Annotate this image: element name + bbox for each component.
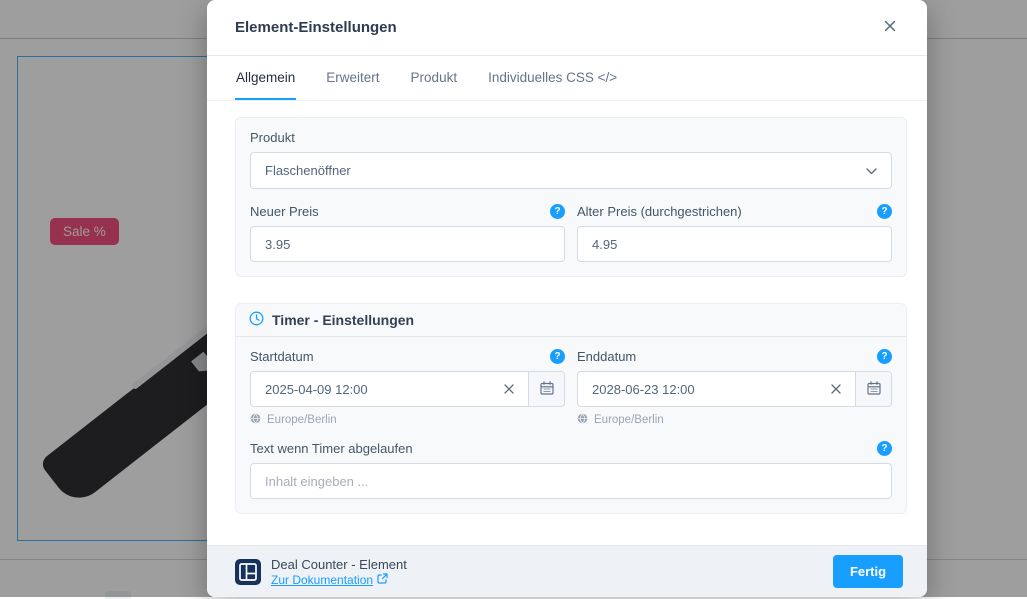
timezone-label: Europe/Berlin	[267, 414, 337, 426]
help-icon[interactable]: ?	[877, 204, 892, 219]
close-icon	[884, 20, 896, 35]
tab-allgemein[interactable]: Allgemein	[235, 56, 296, 100]
tab-produkt[interactable]: Produkt	[410, 56, 459, 100]
alter-preis-input[interactable]	[577, 226, 892, 262]
enddatum-label: Enddatum	[577, 349, 636, 364]
price-fields-row: Neuer Preis ? Alter Preis (durchgestrich…	[250, 204, 892, 262]
element-type-icon	[235, 559, 261, 585]
produkt-select[interactable]: Flaschenöffner	[250, 152, 892, 189]
startdatum-calendar-button[interactable]	[528, 371, 565, 407]
done-button[interactable]: Fertig	[833, 555, 903, 588]
produkt-select-value: Flaschenöffner	[265, 163, 866, 178]
enddatum-clear-button[interactable]	[827, 378, 845, 401]
documentation-link[interactable]: Zur Dokumentation	[271, 573, 407, 587]
modal-body: Produkt Flaschenöffner Neuer Preis ?	[207, 101, 927, 545]
tab-individuelles-css[interactable]: Individuelles CSS </>	[487, 56, 618, 100]
startdatum-label: Startdatum	[250, 349, 314, 364]
modal-footer: Deal Counter - Element Zur Dokumentation…	[207, 545, 927, 597]
expired-text-label: Text wenn Timer abgelaufen	[250, 441, 413, 456]
element-settings-modal: Element-Einstellungen Allgemein Erweiter…	[207, 0, 927, 597]
calendar-icon	[866, 380, 882, 399]
timer-section-body: Startdatum ?	[236, 337, 906, 499]
product-settings-card: Produkt Flaschenöffner Neuer Preis ?	[235, 117, 907, 277]
globe-icon	[577, 413, 588, 427]
timer-settings-card: Timer - Einstellungen Startdatum ?	[235, 303, 907, 514]
clock-icon	[249, 311, 264, 329]
alter-preis-label: Alter Preis (durchgestrichen)	[577, 204, 742, 219]
enddatum-calendar-button[interactable]	[855, 371, 892, 407]
calendar-icon	[539, 380, 555, 399]
help-icon[interactable]: ?	[550, 204, 565, 219]
close-button[interactable]	[879, 17, 901, 39]
neuer-preis-group: Neuer Preis ?	[250, 204, 565, 262]
startdatum-timezone: Europe/Berlin	[250, 413, 565, 427]
help-icon[interactable]: ?	[877, 349, 892, 364]
date-fields-row: Startdatum ?	[250, 349, 892, 427]
startdatum-group: Startdatum ?	[250, 349, 565, 427]
produkt-label: Produkt	[250, 130, 892, 145]
element-name: Deal Counter - Element	[271, 557, 407, 572]
modal-title: Element-Einstellungen	[235, 19, 397, 36]
expired-text-group: Text wenn Timer abgelaufen ?	[250, 441, 892, 499]
chevron-down-icon	[866, 162, 877, 180]
external-link-icon	[377, 573, 388, 587]
timezone-label: Europe/Berlin	[594, 414, 664, 426]
modal-header: Element-Einstellungen	[207, 0, 927, 56]
enddatum-group: Enddatum ?	[577, 349, 892, 427]
documentation-link-label: Zur Dokumentation	[271, 573, 373, 587]
enddatum-input-wrap	[577, 371, 856, 407]
alter-preis-group: Alter Preis (durchgestrichen) ?	[577, 204, 892, 262]
timer-section-title: Timer - Einstellungen	[272, 312, 414, 328]
help-icon[interactable]: ?	[550, 349, 565, 364]
tab-erweitert[interactable]: Erweitert	[325, 56, 380, 100]
startdatum-input[interactable]	[265, 382, 500, 397]
neuer-preis-label: Neuer Preis	[250, 204, 319, 219]
enddatum-timezone: Europe/Berlin	[577, 413, 892, 427]
timer-section-header: Timer - Einstellungen	[236, 304, 906, 337]
startdatum-input-wrap	[250, 371, 529, 407]
globe-icon	[250, 413, 261, 427]
tab-bar: Allgemein Erweitert Produkt Individuelle…	[207, 56, 927, 101]
clear-x-icon	[831, 382, 841, 397]
startdatum-clear-button[interactable]	[500, 378, 518, 401]
neuer-preis-input[interactable]	[250, 226, 565, 262]
help-icon[interactable]: ?	[877, 441, 892, 456]
clear-x-icon	[504, 382, 514, 397]
expired-text-input[interactable]	[250, 463, 892, 499]
footer-texts: Deal Counter - Element Zur Dokumentation	[271, 557, 407, 587]
enddatum-input[interactable]	[592, 382, 827, 397]
